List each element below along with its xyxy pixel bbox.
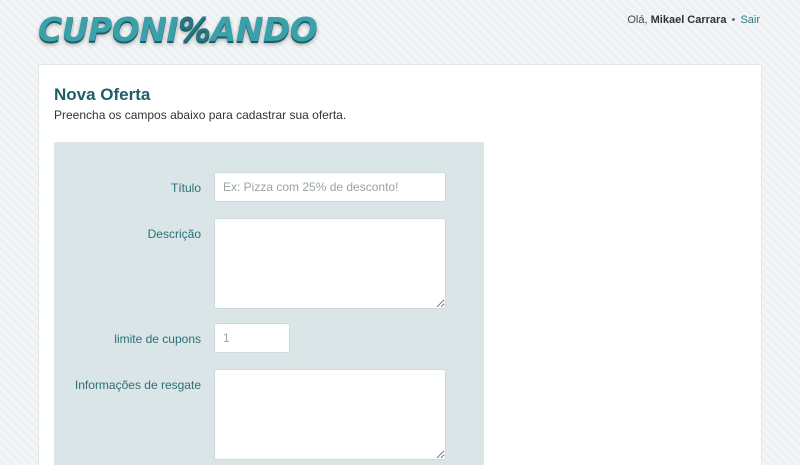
offer-form: Título Descrição limite de cupons Inform…	[54, 142, 484, 465]
separator: •	[731, 14, 736, 26]
greeting: Olá,	[627, 14, 648, 26]
user-name: Mikael Carrara	[650, 14, 727, 26]
page-title: Nova Oferta	[54, 85, 151, 104]
redeem-info-textarea[interactable]	[214, 369, 446, 460]
logo[interactable]: CUPONI%ANDO	[38, 10, 318, 49]
page-subtitle: Preencha os campos abaixo para cadastrar…	[54, 108, 347, 122]
title-input[interactable]	[214, 172, 446, 202]
logo-percent-mark: %	[178, 10, 211, 49]
title-label: Título	[170, 181, 201, 195]
description-textarea[interactable]	[214, 218, 446, 309]
redeem-info-label: Informações de resgate	[74, 378, 201, 392]
coupon-limit-input[interactable]	[214, 323, 290, 353]
main-card: Nova Oferta Preencha os campos abaixo pa…	[38, 64, 762, 465]
logo-text-left: CUPONI	[38, 10, 179, 49]
user-area: Olá, Mikael Carrara • Sair	[627, 14, 760, 26]
logo-text-right: ANDO	[210, 10, 318, 49]
description-label: Descrição	[147, 227, 201, 241]
coupon-limit-label: limite de cupons	[114, 332, 201, 346]
logout-link[interactable]: Sair	[740, 14, 760, 26]
